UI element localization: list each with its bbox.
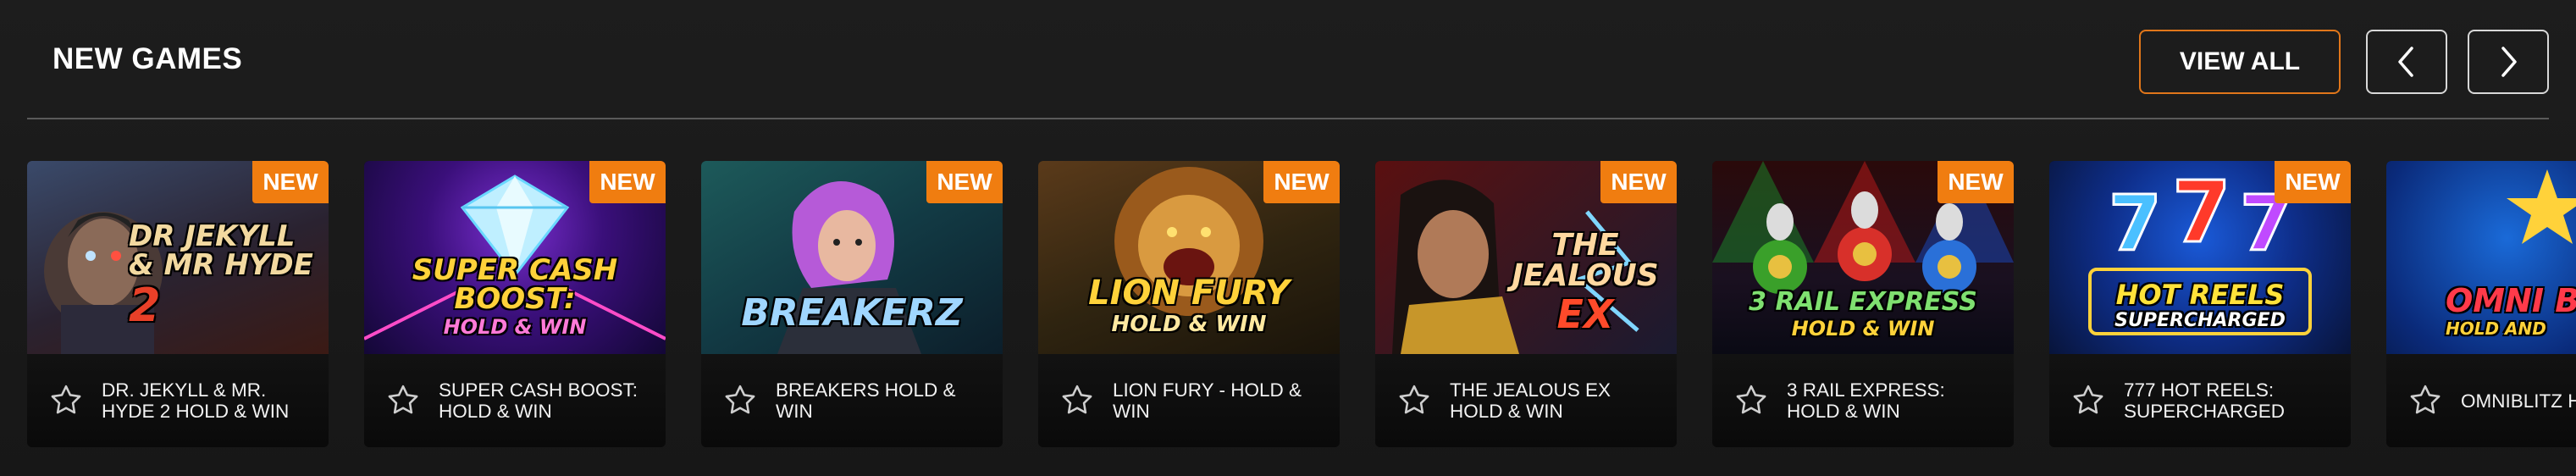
favorite-button[interactable] <box>1057 380 1097 421</box>
game-thumbnail[interactable]: THE JEALOUS EX NEW <box>1375 161 1677 354</box>
game-art-title: SUPER CASH BOOST: <box>412 253 618 316</box>
game-thumbnail[interactable]: OMNI BLITZ HOLD AND <box>2386 161 2576 354</box>
game-info: BREAKERS HOLD & WIN <box>701 354 1003 447</box>
game-name[interactable]: SUPER CASH BOOST: HOLD & WIN <box>439 379 666 422</box>
game-card[interactable]: THE JEALOUS EX NEW THE JEALOUS EX HOLD &… <box>1375 161 1677 447</box>
new-badge: NEW <box>926 161 1003 203</box>
game-name[interactable]: OMNIBLITZ HOLD AND <box>2461 390 2576 412</box>
game-art-title: 3 RAIL EXPRESS <box>1749 287 1977 317</box>
game-art-subtitle: HOLD & WIN <box>1111 312 1267 337</box>
svg-text:7: 7 <box>2109 180 2162 268</box>
new-badge: NEW <box>589 161 666 203</box>
game-thumbnail[interactable]: DR JEKYLL & MR HYDE 2 NEW <box>27 161 329 354</box>
section-header: NEW GAMES VIEW ALL <box>0 0 2576 119</box>
carousel-next-button[interactable] <box>2468 30 2549 94</box>
carousel-prev-button[interactable] <box>2366 30 2447 94</box>
game-art-subtitle: HOLD & WIN <box>443 315 587 339</box>
game-info: SUPER CASH BOOST: HOLD & WIN <box>364 354 666 447</box>
game-card[interactable]: LION FURY HOLD & WIN NEW LION FURY - HOL… <box>1038 161 1340 447</box>
game-card[interactable]: SUPER CASH BOOST: HOLD & WIN NEW SUPER C… <box>364 161 666 447</box>
star-outline-icon <box>725 385 755 414</box>
new-badge: NEW <box>1938 161 2014 203</box>
new-badge: NEW <box>1263 161 1340 203</box>
svg-text:7: 7 <box>2172 163 2231 262</box>
star-outline-icon <box>388 385 418 414</box>
favorite-button[interactable] <box>2405 380 2446 421</box>
game-info: 3 RAIL EXPRESS: HOLD & WIN <box>1712 354 2014 447</box>
game-card[interactable]: 7 7 7 HOT REELS SUPERCHARGED NEW 777 HOT… <box>2049 161 2351 447</box>
favorite-button[interactable] <box>1731 380 1772 421</box>
chevron-left-icon <box>2398 47 2413 77</box>
section-divider <box>27 118 2549 119</box>
game-card[interactable]: BREAKERZ NEW BREAKERS HOLD & WIN <box>701 161 1003 447</box>
star-outline-icon <box>1399 385 1429 414</box>
game-thumbnail[interactable]: BREAKERZ NEW <box>701 161 1003 354</box>
game-card[interactable]: 3 RAIL EXPRESS HOLD & WIN NEW 3 RAIL EXP… <box>1712 161 2014 447</box>
game-card[interactable]: DR JEKYLL & MR HYDE 2 NEW DR. JEKYLL & M… <box>27 161 329 447</box>
favorite-button[interactable] <box>1394 380 1434 421</box>
favorite-button[interactable] <box>2068 380 2109 421</box>
game-name[interactable]: LION FURY - HOLD & WIN <box>1113 379 1340 422</box>
favorite-button[interactable] <box>383 380 423 421</box>
star-outline-icon <box>2073 385 2103 414</box>
game-thumbnail[interactable]: 3 RAIL EXPRESS HOLD & WIN NEW <box>1712 161 2014 354</box>
game-name[interactable]: 777 HOT REELS: SUPERCHARGED <box>2124 379 2351 422</box>
game-name[interactable]: THE JEALOUS EX HOLD & WIN <box>1450 379 1677 422</box>
game-art-title: BREAKERZ <box>741 291 963 335</box>
game-card[interactable]: OMNI BLITZ HOLD AND OMNIBLITZ HOLD AND <box>2386 161 2576 447</box>
new-badge: NEW <box>2275 161 2351 203</box>
game-art-title: THE JEALOUS <box>1512 228 1659 293</box>
game-art-title: OMNI BLITZ <box>2446 282 2576 319</box>
new-badge: NEW <box>1600 161 1677 203</box>
game-art-title: DR JEKYLL & MR HYDE <box>129 219 313 282</box>
game-art-title: HOT REELS <box>2115 279 2285 311</box>
game-art-subtitle: HOLD AND <box>2446 318 2546 339</box>
star-outline-icon <box>1062 385 1092 414</box>
game-art-subtitle: SUPERCHARGED <box>2114 310 2286 331</box>
section-title: NEW GAMES <box>53 42 243 75</box>
star-outline-icon <box>51 385 81 414</box>
game-info: DR. JEKYLL & MR. HYDE 2 HOLD & WIN <box>27 354 329 447</box>
game-name[interactable]: DR. JEKYLL & MR. HYDE 2 HOLD & WIN <box>102 379 329 422</box>
game-name[interactable]: BREAKERS HOLD & WIN <box>776 379 1003 422</box>
chevron-right-icon <box>2501 47 2517 77</box>
view-all-button[interactable]: VIEW ALL <box>2139 30 2341 94</box>
game-art-title: LION FURY <box>1088 274 1290 313</box>
game-name[interactable]: 3 RAIL EXPRESS: HOLD & WIN <box>1787 379 2014 422</box>
game-info: LION FURY - HOLD & WIN <box>1038 354 1340 447</box>
game-info: 777 HOT REELS: SUPERCHARGED <box>2049 354 2351 447</box>
star-outline-icon <box>2410 385 2441 414</box>
game-info: OMNIBLITZ HOLD AND <box>2386 354 2576 447</box>
favorite-button[interactable] <box>46 380 86 421</box>
game-thumbnail[interactable]: SUPER CASH BOOST: HOLD & WIN NEW <box>364 161 666 354</box>
game-thumbnail[interactable]: LION FURY HOLD & WIN NEW <box>1038 161 1340 354</box>
star-outline-icon <box>1736 385 1766 414</box>
game-thumbnail[interactable]: 7 7 7 HOT REELS SUPERCHARGED NEW <box>2049 161 2351 354</box>
favorite-button[interactable] <box>720 380 760 421</box>
game-info: THE JEALOUS EX HOLD & WIN <box>1375 354 1677 447</box>
game-art-subtitle: 2 <box>129 279 161 332</box>
game-art-subtitle: EX <box>1556 291 1614 337</box>
new-badge: NEW <box>252 161 329 203</box>
game-art-subtitle: HOLD & WIN <box>1791 317 1935 340</box>
games-carousel: DR JEKYLL & MR HYDE 2 NEW DR. JEKYLL & M… <box>0 161 2576 449</box>
